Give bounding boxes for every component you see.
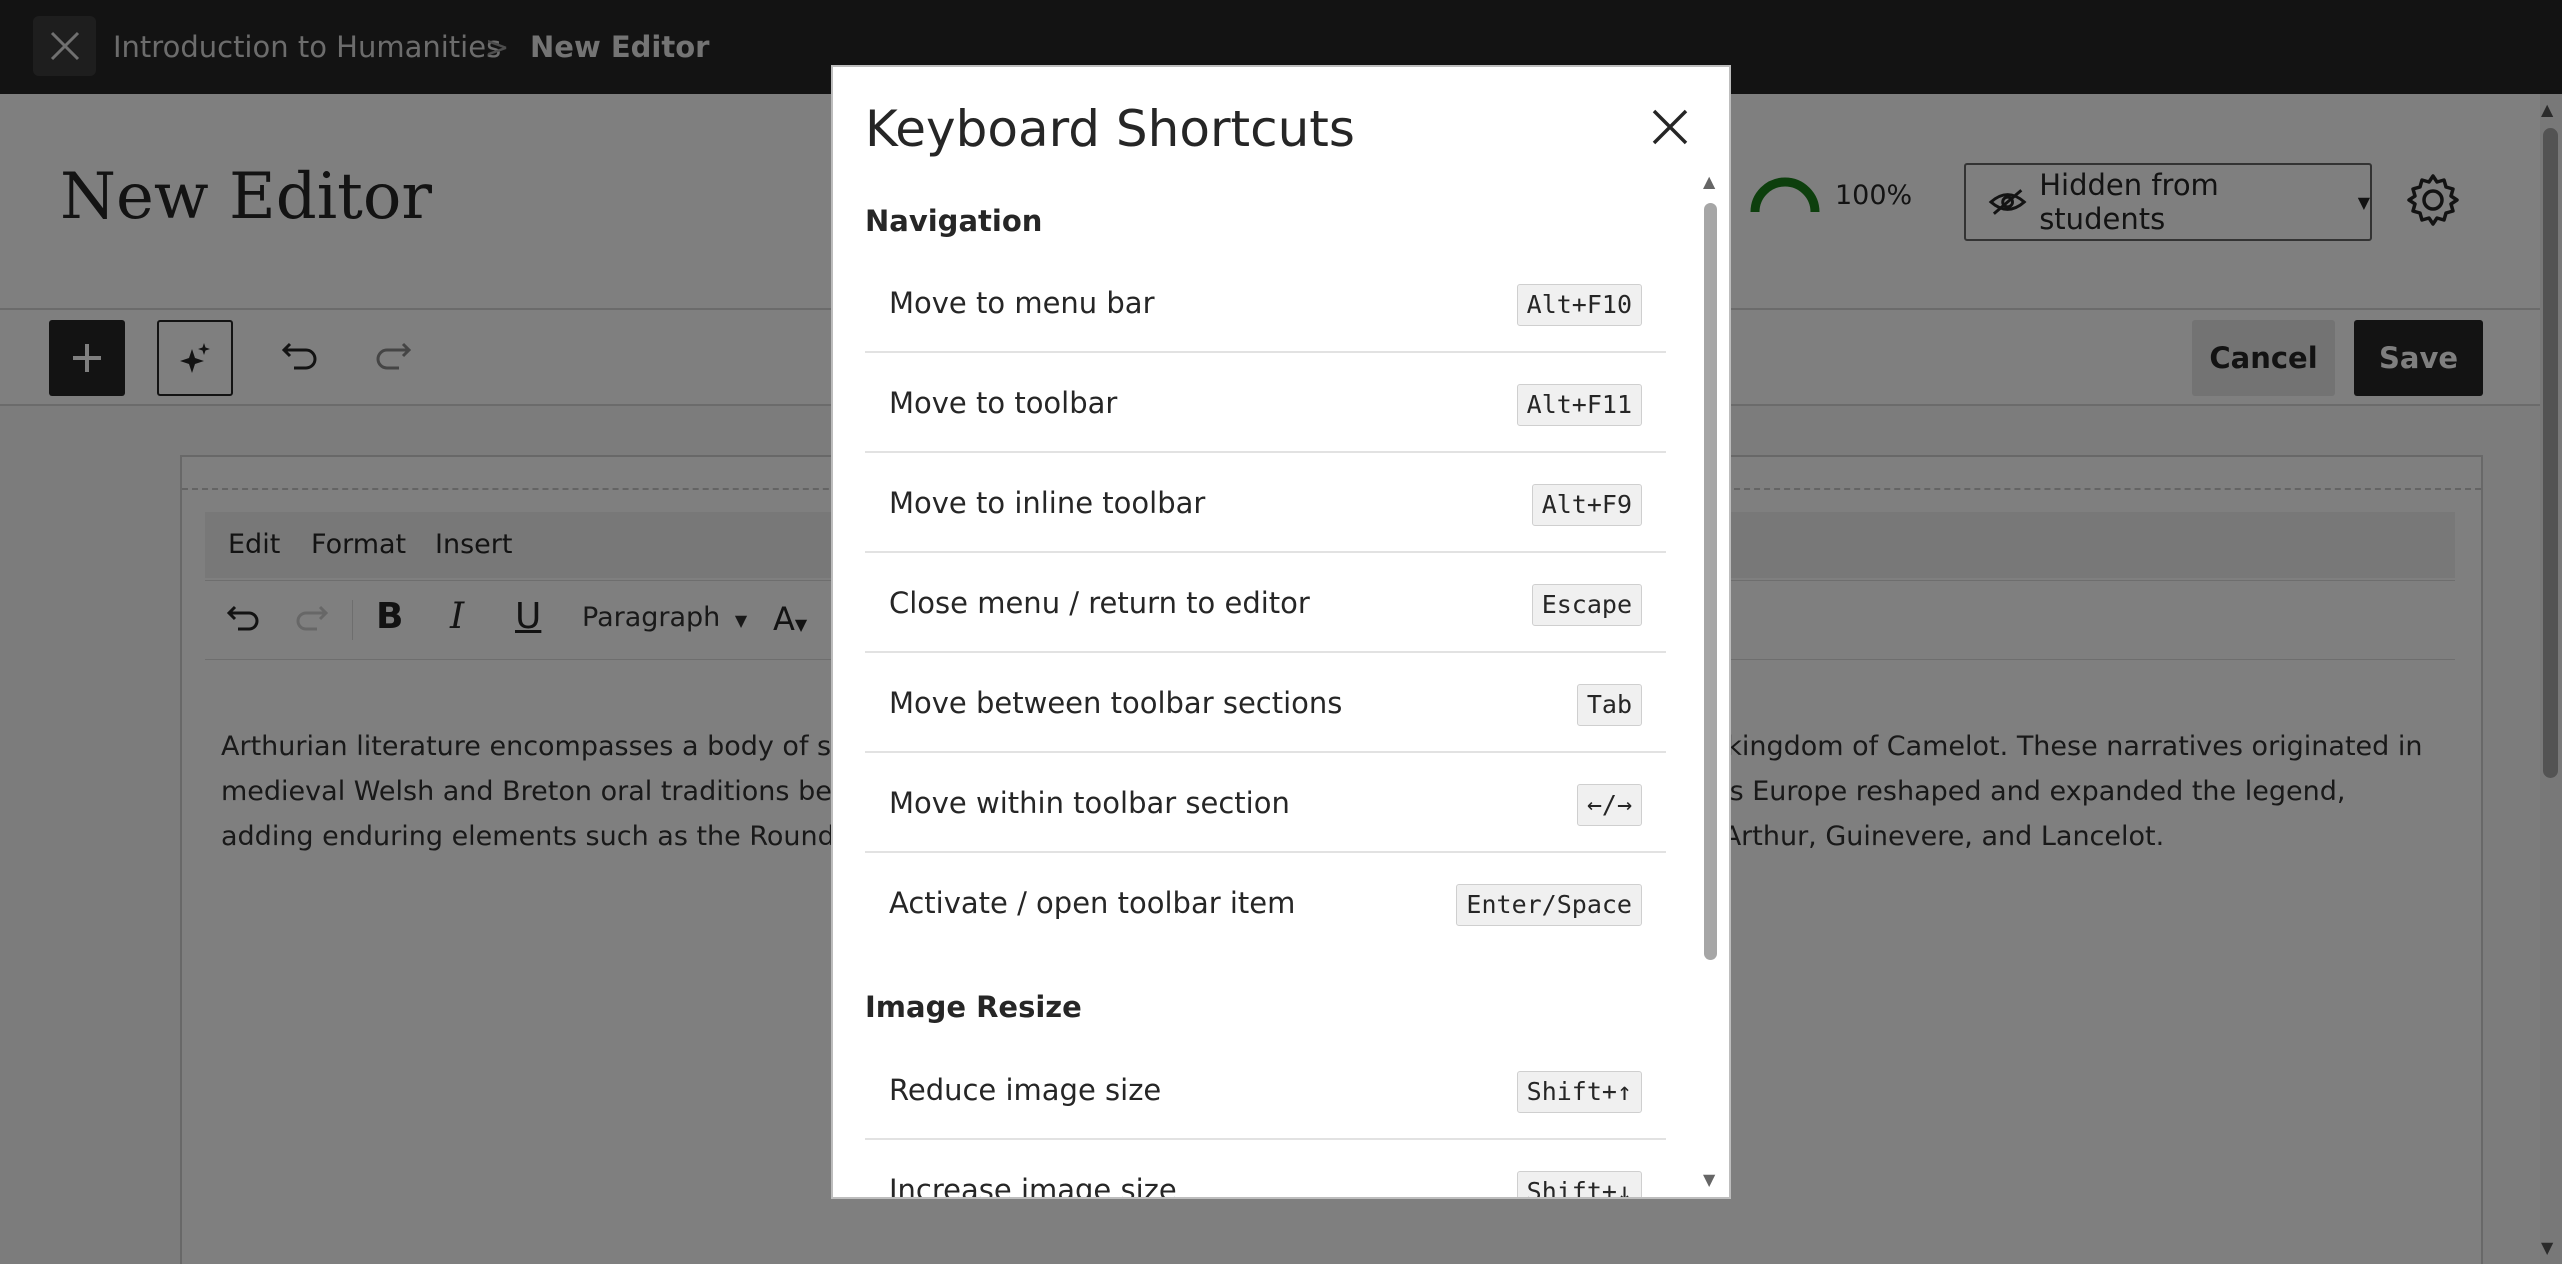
dialog-scroll-down-icon[interactable]: ▼ bbox=[1703, 1170, 1715, 1189]
shortcut-row: Increase image size Shift+↓ bbox=[865, 1140, 1666, 1197]
section-heading-image-resize: Image Resize bbox=[865, 990, 1082, 1024]
shortcut-key: Alt+F11 bbox=[1516, 384, 1642, 426]
shortcut-key: Enter/Space bbox=[1456, 884, 1642, 926]
shortcut-row: Move to menu bar Alt+F10 bbox=[865, 253, 1666, 353]
section-heading-navigation: Navigation bbox=[865, 204, 1043, 238]
dialog-scrollbar-thumb[interactable] bbox=[1704, 203, 1717, 960]
dialog-close-icon[interactable] bbox=[1646, 103, 1694, 151]
shortcut-key: Escape bbox=[1531, 584, 1642, 626]
dialog-title: Keyboard Shortcuts bbox=[865, 100, 1355, 158]
shortcut-label: Increase image size bbox=[889, 1173, 1177, 1197]
shortcut-row: Move to inline toolbar Alt+F9 bbox=[865, 453, 1666, 553]
shortcut-label: Close menu / return to editor bbox=[889, 586, 1310, 620]
shortcut-label: Move to menu bar bbox=[889, 286, 1155, 320]
shortcut-label: Move within toolbar section bbox=[889, 786, 1290, 820]
shortcut-key: Shift+↓ bbox=[1516, 1171, 1642, 1197]
shortcut-key: Shift+↑ bbox=[1516, 1071, 1642, 1113]
shortcut-label: Activate / open toolbar item bbox=[889, 886, 1296, 920]
dialog-scroll-up-icon[interactable]: ▲ bbox=[1703, 172, 1715, 191]
shortcut-label: Move to inline toolbar bbox=[889, 486, 1206, 520]
shortcut-key: Alt+F9 bbox=[1531, 484, 1642, 526]
shortcut-row: Move within toolbar section ←/→ bbox=[865, 753, 1666, 853]
shortcut-key: Tab bbox=[1576, 684, 1642, 726]
shortcut-row: Reduce image size Shift+↑ bbox=[865, 1040, 1666, 1140]
shortcut-row: Move to toolbar Alt+F11 bbox=[865, 353, 1666, 453]
shortcut-key: ←/→ bbox=[1576, 784, 1642, 826]
shortcut-row: Move between toolbar sections Tab bbox=[865, 653, 1666, 753]
shortcut-key: Alt+F10 bbox=[1516, 284, 1642, 326]
shortcuts-scroll-area[interactable]: Navigation Move to menu bar Alt+F10 Move… bbox=[833, 168, 1699, 1197]
shortcut-row: Activate / open toolbar item Enter/Space bbox=[865, 853, 1666, 953]
shortcut-row: Close menu / return to editor Escape bbox=[865, 553, 1666, 653]
shortcut-label: Move to toolbar bbox=[889, 386, 1118, 420]
shortcut-label: Move between toolbar sections bbox=[889, 686, 1343, 720]
shortcut-label: Reduce image size bbox=[889, 1073, 1162, 1107]
